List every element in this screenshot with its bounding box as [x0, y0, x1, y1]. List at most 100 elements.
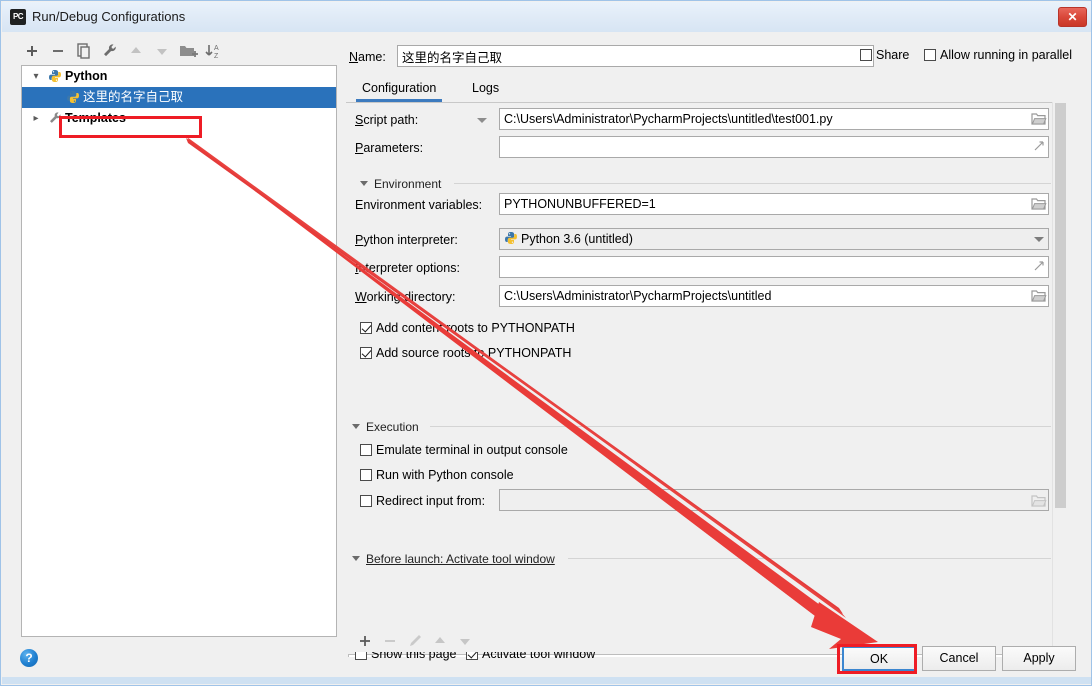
add-content-roots-label: Add content roots to PYTHONPATH: [376, 321, 575, 335]
checkbox-box[interactable]: [360, 495, 372, 507]
add-content-roots-checkbox[interactable]: Add content roots to PYTHONPATH: [360, 321, 575, 335]
section-divider: [430, 426, 1051, 427]
copy-configuration-button[interactable]: [73, 39, 95, 63]
parameters-field[interactable]: [499, 136, 1049, 158]
working-directory-field[interactable]: C:\Users\Administrator\PycharmProjects\u…: [499, 285, 1049, 307]
name-label: Name:: [349, 50, 386, 64]
redirect-input-field[interactable]: [499, 489, 1049, 511]
redirect-input-checkbox[interactable]: Redirect input from:: [360, 494, 485, 508]
tree-node-configuration[interactable]: 这里的名字自己取: [22, 87, 336, 108]
chevron-down-icon[interactable]: [352, 556, 360, 561]
script-path-browse-icon[interactable]: [1030, 109, 1047, 129]
tree-node-label: Python: [65, 69, 108, 83]
add-configuration-button[interactable]: [21, 39, 43, 63]
checkbox-box[interactable]: [860, 49, 872, 61]
configuration-editor-panel: Name: Share Allow running in parallel Co…: [346, 39, 1076, 664]
script-path-label: Script path:: [355, 113, 419, 127]
interpreter-options-field[interactable]: [499, 256, 1049, 278]
scrollbar-thumb[interactable]: [1055, 103, 1066, 508]
cancel-button[interactable]: Cancel: [922, 646, 996, 671]
parameters-label: Parameters:: [355, 141, 424, 155]
tree-node-templates[interactable]: ▸ Templates: [22, 108, 336, 129]
remove-configuration-button[interactable]: [47, 39, 69, 63]
python-interpreter-label: Python interpreter:: [355, 233, 458, 247]
run-with-console-checkbox[interactable]: Run with Python console: [360, 468, 514, 482]
redirect-input-label: Redirect input from:: [376, 494, 486, 508]
interpreter-options-label: Interpreter options:: [355, 261, 460, 275]
pycharm-logo-icon: PC: [10, 9, 26, 25]
move-into-folder-button[interactable]: [177, 39, 199, 63]
emulate-terminal-label: Emulate terminal in output console: [376, 443, 568, 457]
env-vars-field[interactable]: PYTHONUNBUFFERED=1: [499, 193, 1049, 215]
environment-section-label: Environment: [374, 177, 442, 191]
allow-parallel-label: Allow running in parallel: [940, 48, 1073, 62]
move-down-button[interactable]: [151, 39, 173, 63]
python-icon: [504, 231, 518, 245]
name-input[interactable]: [397, 45, 874, 67]
ok-button[interactable]: OK: [842, 646, 916, 671]
parameters-expand-icon[interactable]: [1032, 138, 1049, 158]
checkbox-box[interactable]: [360, 322, 372, 334]
run-debug-configurations-dialog: PC Run/Debug Configurations ✕ A Z ▾ Pyth…: [0, 0, 1092, 686]
close-icon[interactable]: ✕: [1058, 7, 1087, 27]
section-divider: [568, 558, 1051, 559]
dialog-button-bar: OK Cancel Apply: [2, 637, 1091, 672]
svg-text:A: A: [214, 45, 219, 52]
before-launch-section-header[interactable]: Before launch: Activate tool window: [352, 552, 555, 566]
python-file-icon: [66, 90, 80, 104]
add-source-roots-label: Add source roots to PYTHONPATH: [376, 346, 572, 360]
chevron-down-icon[interactable]: ▾: [28, 66, 44, 87]
svg-text:Z: Z: [214, 53, 219, 60]
redirect-input-browse-icon[interactable]: [1030, 491, 1047, 511]
before-launch-label: Before launch: Activate tool window: [366, 552, 555, 566]
tree-node-python[interactable]: ▾ Python: [22, 66, 336, 87]
python-icon: [48, 69, 62, 83]
configuration-form: Script path: C:\Users\Administrator\Pych…: [346, 102, 1052, 657]
script-path-mode-chevron-down-icon[interactable]: [477, 118, 487, 123]
env-vars-label: Environment variables:: [355, 198, 483, 212]
checkbox-box[interactable]: [360, 469, 372, 481]
allow-parallel-checkbox[interactable]: Allow running in parallel: [924, 48, 1072, 62]
edit-templates-button[interactable]: [99, 39, 121, 63]
editor-tabs: Configuration Logs: [346, 75, 1067, 103]
configurations-tree[interactable]: ▾ Python 这里的名字自己取 ▸ Templates: [21, 65, 337, 637]
tree-node-label: Templates: [65, 111, 126, 125]
run-with-console-label: Run with Python console: [376, 468, 514, 482]
window-bottom-strip: [2, 677, 1091, 684]
tree-node-label: 这里的名字自己取: [83, 90, 184, 104]
interpreter-options-expand-icon[interactable]: [1032, 258, 1049, 278]
title-bar: PC Run/Debug Configurations ✕: [2, 2, 1091, 32]
configuration-form-scroll: Script path: C:\Users\Administrator\Pych…: [346, 102, 1067, 657]
share-checkbox[interactable]: Share: [860, 48, 909, 62]
checkbox-box[interactable]: [360, 347, 372, 359]
python-interpreter-combo[interactable]: Python 3.6 (untitled): [499, 228, 1049, 250]
emulate-terminal-checkbox[interactable]: Emulate terminal in output console: [360, 443, 568, 457]
chevron-down-icon[interactable]: [360, 181, 368, 186]
tab-logs[interactable]: Logs: [466, 77, 505, 102]
window-title: Run/Debug Configurations: [32, 9, 186, 24]
tab-configuration[interactable]: Configuration: [356, 77, 443, 102]
chevron-down-icon[interactable]: [352, 424, 360, 429]
execution-section-header[interactable]: Execution: [352, 420, 419, 434]
chevron-right-icon[interactable]: ▸: [28, 108, 44, 129]
section-divider: [454, 183, 1051, 184]
env-vars-browse-icon[interactable]: [1030, 194, 1047, 214]
apply-button[interactable]: Apply: [1002, 646, 1076, 671]
script-path-field[interactable]: C:\Users\Administrator\PycharmProjects\u…: [499, 108, 1049, 130]
move-up-button[interactable]: [125, 39, 147, 63]
working-directory-browse-icon[interactable]: [1030, 286, 1047, 306]
share-label: Share: [876, 48, 910, 62]
form-scrollbar[interactable]: [1052, 102, 1068, 657]
tree-toolbar: AZ: [21, 39, 337, 65]
dialog-content: AZ ▾ Python 这里的名字自己取 ▸ Templates Name: 这…: [2, 32, 1091, 672]
environment-section-header[interactable]: Environment: [360, 177, 441, 191]
checkbox-box[interactable]: [360, 444, 372, 456]
working-directory-label: Working directory:: [355, 290, 456, 304]
add-source-roots-checkbox[interactable]: Add source roots to PYTHONPATH: [360, 346, 571, 360]
wrench-icon: [48, 111, 62, 125]
sort-configurations-button[interactable]: AZ: [203, 39, 225, 63]
checkbox-box[interactable]: [924, 49, 936, 61]
chevron-down-icon[interactable]: [1034, 237, 1044, 242]
help-icon[interactable]: ?: [20, 649, 38, 667]
execution-section-label: Execution: [366, 420, 419, 434]
